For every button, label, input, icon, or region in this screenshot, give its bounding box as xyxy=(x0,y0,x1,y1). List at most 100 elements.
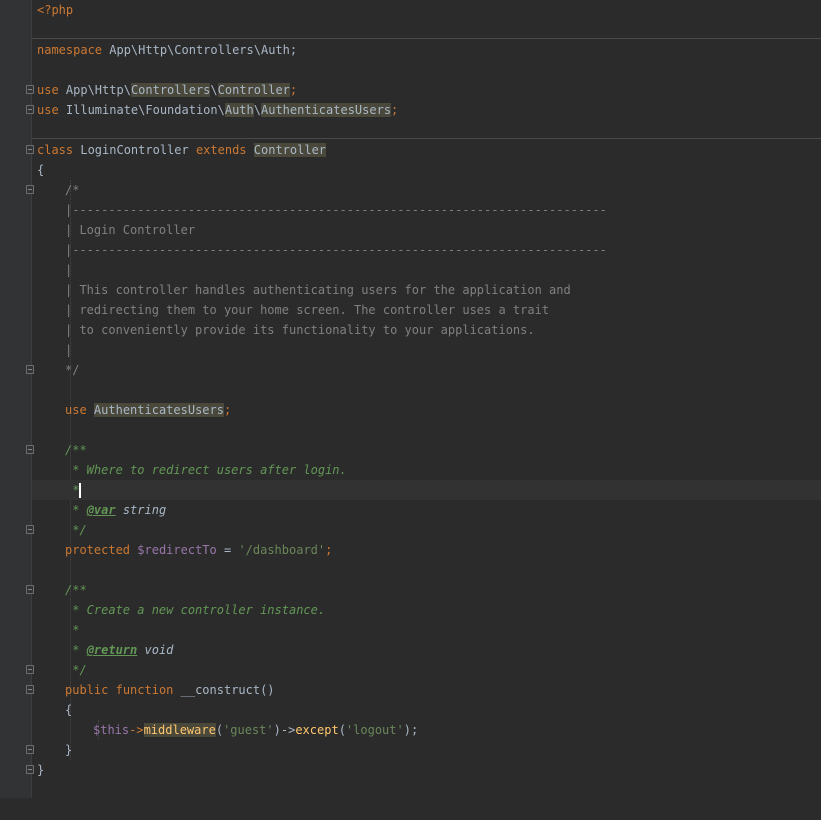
doc-comment: /** xyxy=(65,443,87,457)
method-call: except xyxy=(295,723,339,737)
code-line: { xyxy=(32,160,821,180)
section-separator xyxy=(32,38,821,39)
code-line: * xyxy=(32,620,821,640)
path-separator: \ xyxy=(210,83,218,97)
code-line: | xyxy=(32,340,821,360)
code-line: /* xyxy=(32,180,821,200)
code-line: } xyxy=(32,740,821,760)
code-line: |---------------------------------------… xyxy=(32,240,821,260)
import-path: Illuminate\Foundation\ xyxy=(58,103,225,117)
code-line: | Login Controller xyxy=(32,220,821,240)
paren: ( xyxy=(338,723,346,737)
keyword: use xyxy=(65,403,87,417)
comment: |---------------------------------------… xyxy=(65,243,607,257)
keyword: use xyxy=(37,103,59,117)
code-line: */ xyxy=(32,520,821,540)
comment: |---------------------------------------… xyxy=(65,203,607,217)
keyword: public xyxy=(65,683,109,697)
keyword: class xyxy=(37,143,74,157)
php-open-tag: <?php xyxy=(37,3,74,17)
code-line: * @return void xyxy=(32,640,821,660)
code-line: /** xyxy=(32,580,821,600)
code-line: use AuthenticatesUsers; xyxy=(32,400,821,420)
editor-gutter xyxy=(0,0,32,798)
doc-comment: * xyxy=(65,503,87,517)
doc-type: void xyxy=(137,643,174,657)
semicolon: ; xyxy=(289,83,298,97)
string-literal: '/dashboard' xyxy=(238,543,326,557)
code-line: | redirecting them to your home screen. … xyxy=(32,300,821,320)
code-line: <?php xyxy=(32,0,821,20)
string-literal: 'logout' xyxy=(345,723,404,737)
code-line: { xyxy=(32,700,821,720)
namespace-name: App\Http\Controllers\Auth; xyxy=(102,43,298,57)
doc-comment: * Where to redirect users after login. xyxy=(65,463,347,477)
code-line: |---------------------------------------… xyxy=(32,200,821,220)
keyword: extends xyxy=(195,143,247,157)
doc-comment: * xyxy=(65,643,87,657)
class-name: LoginController xyxy=(73,143,196,157)
code-line: use App\Http\Controllers\Controller; xyxy=(32,80,821,100)
paren-arrow: )-> xyxy=(273,723,296,737)
doc-tag: @return xyxy=(86,643,138,657)
code-line: | xyxy=(32,260,821,280)
highlighted-segment: Controller xyxy=(217,83,290,97)
code-line: * Where to redirect users after login. xyxy=(32,460,821,480)
semicolon: ; xyxy=(223,403,232,417)
code-line: protected $redirectTo = '/dashboard'; xyxy=(32,540,821,560)
keyword: use xyxy=(37,83,59,97)
code-line: namespace App\Http\Controllers\Auth; xyxy=(32,40,821,60)
property-name: $redirectTo xyxy=(137,543,217,557)
code-line: public function __construct() xyxy=(32,680,821,700)
code-line: $this->middleware('guest')->except('logo… xyxy=(32,720,821,740)
highlighted-segment: Auth xyxy=(224,103,254,117)
doc-comment: * xyxy=(65,623,80,637)
import-path: App\Http\ xyxy=(58,83,131,97)
function-name: __construct() xyxy=(173,683,275,697)
code-line-current[interactable]: * xyxy=(32,480,821,500)
doc-comment: /** xyxy=(65,583,87,597)
comment: | redirecting them to your home screen. … xyxy=(65,303,550,317)
comment: */ xyxy=(65,363,80,377)
code-line: class LoginController extends Controller xyxy=(32,140,821,160)
doc-tag: @var xyxy=(86,503,116,517)
comment: /* xyxy=(65,183,80,197)
comment: | xyxy=(65,343,73,357)
doc-comment: */ xyxy=(65,663,87,677)
code-line: */ xyxy=(32,660,821,680)
semicolon: ; xyxy=(325,543,333,557)
keyword: protected xyxy=(65,543,131,557)
trait-name: AuthenticatesUsers xyxy=(93,403,224,417)
brace: } xyxy=(65,743,73,757)
highlighted-segment: AuthenticatesUsers xyxy=(261,103,392,117)
doc-comment: * xyxy=(65,483,80,497)
paren: ( xyxy=(215,723,224,737)
comment: | to conveniently provide its functional… xyxy=(65,323,535,337)
doc-comment: */ xyxy=(65,523,87,537)
code-line: * @var string xyxy=(32,500,821,520)
semicolon: ; xyxy=(391,103,399,117)
keyword: function xyxy=(115,683,174,697)
code-area[interactable]: <?php namespace App\Http\Controllers\Aut… xyxy=(32,0,821,798)
comment: | xyxy=(65,263,73,277)
highlighted-segment: Controllers xyxy=(130,83,211,97)
brace: } xyxy=(37,763,45,777)
text-cursor xyxy=(79,483,82,498)
keyword: namespace xyxy=(37,43,103,57)
code-editor[interactable]: <?php namespace App\Http\Controllers\Aut… xyxy=(0,0,821,798)
assignment: = xyxy=(216,543,239,557)
code-line: /** xyxy=(32,440,821,460)
code-line: | This controller handles authenticating… xyxy=(32,280,821,300)
comment: | This controller handles authenticating… xyxy=(65,283,571,297)
comment: | Login Controller xyxy=(65,223,196,237)
string-literal: 'guest' xyxy=(223,723,274,737)
doc-comment: * Create a new controller instance. xyxy=(65,603,326,617)
parent-class: Controller xyxy=(253,143,327,157)
code-line: * Create a new controller instance. xyxy=(32,600,821,620)
arrow-operator: -> xyxy=(129,723,144,737)
brace: { xyxy=(37,163,45,177)
code-line: } xyxy=(32,760,821,780)
